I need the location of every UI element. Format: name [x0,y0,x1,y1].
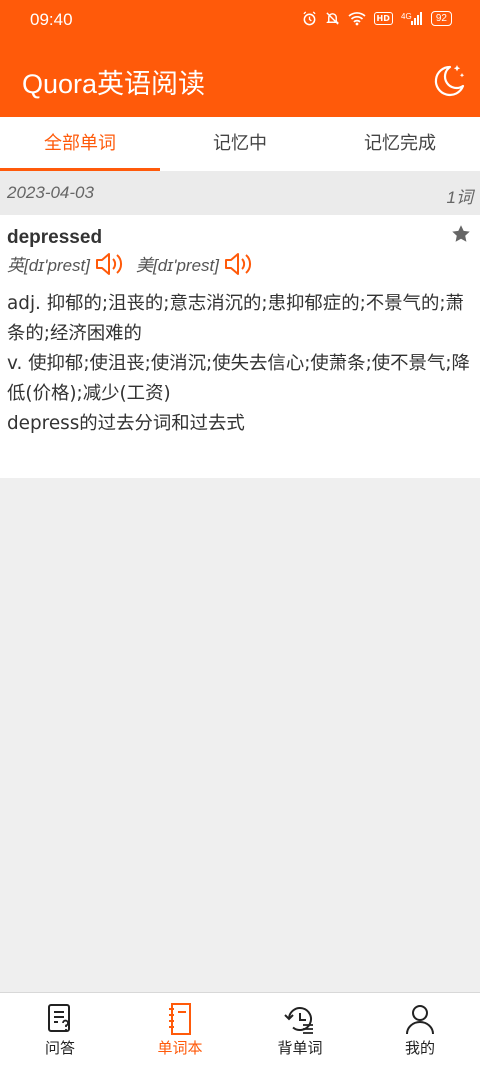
status-bar: 09:40 HD 4G 92 [0,0,480,42]
nav-profile-label: 我的 [404,1039,435,1057]
nav-qa[interactable]: 问答 [0,993,120,1067]
review-icon [284,1007,313,1034]
phonetics-row: 英[dɪ'prest] 美[dɪ'prest] [7,251,265,276]
word-card[interactable]: depressed 英[dɪ'prest] 美[dɪ'prest] adj. 抑… [0,215,480,478]
star-icon[interactable] [450,223,472,245]
hd-badge: HD [373,12,393,25]
status-icons: HD 4G 92 [302,11,452,26]
svg-text:4G: 4G [401,12,412,21]
word-headword: depressed [7,227,103,248]
bottom-nav: 问答 单词本 背单词 我的 [0,992,480,1067]
nav-qa-label: 问答 [44,1039,75,1057]
notebook-icon [169,1003,191,1035]
night-mode-icon[interactable] [428,62,466,98]
tab-memorizing[interactable]: 记忆中 [160,117,320,171]
nav-review-label: 背单词 [277,1039,323,1057]
qa-icon [48,1004,70,1032]
nav-profile[interactable]: 我的 [360,993,480,1067]
alarm-icon [302,11,316,26]
signal-icon: 4G [401,12,422,25]
date-group-header: 2023-04-03 1词 [0,171,480,215]
us-phonetic: 美[dɪ'prest] [136,256,219,275]
group-date: 2023-04-03 [7,183,94,202]
status-time: 09:40 [30,10,73,29]
definition-adj: adj. 抑郁的;沮丧的;意志消沉的;患抑郁症的;不景气的;萧条的;经济困难的 [7,293,464,344]
tab-all-words[interactable]: 全部单词 [0,117,160,171]
tab-bar: 全部单词 记忆中 记忆完成 [0,117,480,171]
us-speaker-icon[interactable] [223,252,253,276]
profile-icon [406,1005,434,1035]
definition-form: depress的过去分词和过去式 [7,413,245,434]
definitions: adj. 抑郁的;沮丧的;意志消沉的;患抑郁症的;不景气的;萧条的;经济困难的 … [7,289,475,439]
uk-speaker-icon[interactable] [94,252,124,276]
definition-verb: v. 使抑郁;使沮丧;使消沉;使失去信心;使萧条;使不景气;降低(价格);减少(… [7,353,470,404]
nav-wordbook[interactable]: 单词本 [120,993,240,1067]
app-bar: 09:40 HD 4G 92 Quora英语阅读 [0,0,480,117]
battery-indicator: 92 [430,11,452,26]
page-title: Quora英语阅读 [22,69,206,99]
nav-wordbook-label: 单词本 [157,1039,203,1057]
wifi-icon [347,12,366,26]
mute-bell-icon [325,12,339,25]
tab-memorized[interactable]: 记忆完成 [320,117,480,171]
group-word-count: 1词 [446,188,473,207]
uk-phonetic: 英[dɪ'prest] [7,256,90,275]
nav-review[interactable]: 背单词 [240,993,360,1067]
